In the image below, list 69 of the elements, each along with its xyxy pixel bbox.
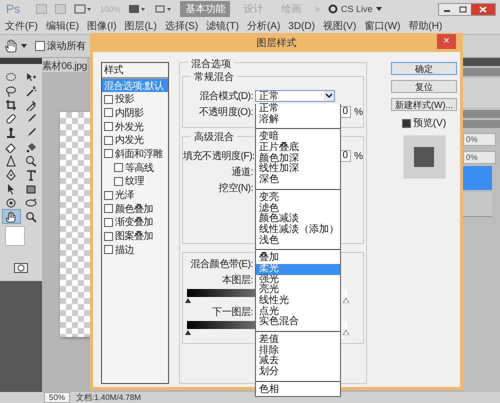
dialog-title: 图层样式 bbox=[256, 36, 296, 50]
field-label: 通道: bbox=[230, 166, 253, 179]
document-tab[interactable]: 素材06.jpg bbox=[42, 58, 87, 72]
blend-mode-option[interactable]: 浅色 bbox=[256, 236, 340, 246]
blend-mode-option[interactable]: 颜色减淡 bbox=[256, 214, 340, 225]
section-title: 混合选项 bbox=[188, 57, 234, 71]
blend-mode-option[interactable]: 溶解 bbox=[256, 114, 340, 126]
close-button[interactable]: × bbox=[437, 34, 456, 49]
style-item[interactable]: 颜色叠加 bbox=[102, 202, 168, 216]
style-item[interactable]: 外发光 bbox=[102, 120, 168, 134]
blend-mode-option[interactable]: 线性光 bbox=[256, 296, 340, 307]
field-label: 不透明度(O): bbox=[198, 106, 253, 119]
style-item[interactable]: 内发光 bbox=[102, 133, 168, 148]
menu-item[interactable]: 分析(A) bbox=[246, 19, 280, 33]
fill-field[interactable]: 0% bbox=[463, 151, 496, 164]
field-label: 混合颜色带(E): bbox=[189, 258, 253, 271]
opacity-field[interactable]: 0% bbox=[463, 133, 496, 146]
menu-item[interactable]: 文件(F) bbox=[5, 19, 38, 33]
preview-checkbox[interactable]: 预览(V) bbox=[391, 116, 457, 130]
field-label: 混合模式(D): bbox=[198, 90, 253, 103]
blend-mode-option[interactable]: 正常 bbox=[256, 104, 340, 115]
field-label: 填充不透明度(F): bbox=[183, 150, 253, 163]
menu-item[interactable]: 滤镜(T) bbox=[206, 19, 239, 33]
menu-item[interactable]: 图像(I) bbox=[87, 19, 117, 33]
zoom-field[interactable]: 50% bbox=[44, 392, 70, 403]
style-item[interactable]: 等高线 bbox=[102, 160, 168, 174]
menu-item[interactable]: 编辑(E) bbox=[46, 19, 80, 33]
menu-item[interactable]: 选择(S) bbox=[164, 19, 198, 33]
dialog-button[interactable]: 新建样式(W)... bbox=[391, 98, 457, 111]
blend-mode-option[interactable]: 变亮 bbox=[256, 192, 340, 204]
style-item[interactable]: 内阴影 bbox=[102, 106, 168, 120]
fill-opacity-input[interactable]: 0 bbox=[341, 150, 352, 162]
blend-mode-option[interactable]: 划分 bbox=[256, 367, 340, 378]
blend-mode-option[interactable]: 色相 bbox=[256, 384, 340, 396]
field-label: 挖空(N): bbox=[218, 182, 253, 195]
unit-label: % bbox=[354, 106, 363, 118]
menu-item[interactable]: 窗口(W) bbox=[364, 19, 400, 33]
dialog-button[interactable]: 确定 bbox=[391, 62, 457, 75]
menu-item[interactable]: 帮助(H) bbox=[408, 19, 442, 33]
blend-mode-option[interactable]: 线性减淡（添加） bbox=[256, 224, 340, 236]
menu-item[interactable]: 图层(L) bbox=[124, 19, 157, 33]
blend-mode-option[interactable]: 深色 bbox=[256, 175, 340, 186]
style-item[interactable]: 描边 bbox=[102, 242, 168, 257]
unit-label: % bbox=[354, 150, 363, 162]
blend-mode-option[interactable]: 线性加深 bbox=[256, 164, 340, 176]
blend-mode-option[interactable]: 亮光 bbox=[256, 285, 340, 296]
opacity-input[interactable]: 0 bbox=[341, 106, 352, 118]
document-size: 文档:1.40M/4.78M bbox=[76, 392, 141, 403]
style-item[interactable]: 斜面和浮雕 bbox=[102, 147, 168, 161]
blend-mode-option[interactable]: 叠加 bbox=[256, 253, 340, 264]
style-item[interactable]: 渐变叠加 bbox=[102, 216, 168, 230]
blend-mode-option[interactable]: 实色混合 bbox=[256, 317, 340, 328]
blend-mode-dropdown[interactable]: 正常 bbox=[255, 90, 335, 102]
blend-mode-option[interactable]: 正片叠底 bbox=[256, 143, 340, 154]
field-label: 下一图层: bbox=[211, 306, 253, 319]
style-item[interactable]: 光泽 bbox=[102, 188, 168, 202]
blend-mode-option[interactable]: 差值 bbox=[256, 335, 340, 346]
dialog-button[interactable]: 复位 bbox=[391, 80, 457, 93]
menu-item[interactable]: 视图(V) bbox=[322, 19, 356, 33]
style-item[interactable]: 图案叠加 bbox=[102, 229, 168, 243]
cs-live-button[interactable]: CS Live bbox=[328, 4, 382, 14]
group-title: 常规混合 bbox=[191, 70, 237, 84]
app-logo: Ps bbox=[6, 2, 22, 16]
group-title: 高级混合 bbox=[191, 130, 237, 144]
scroll-all-windows-checkbox[interactable]: 滚动所有 bbox=[35, 39, 86, 53]
style-item[interactable]: 投影 bbox=[102, 92, 168, 106]
menu-item[interactable]: 3D(D) bbox=[288, 20, 315, 32]
field-label: 本图层: bbox=[220, 274, 253, 287]
style-item[interactable]: 纹理 bbox=[102, 174, 168, 188]
